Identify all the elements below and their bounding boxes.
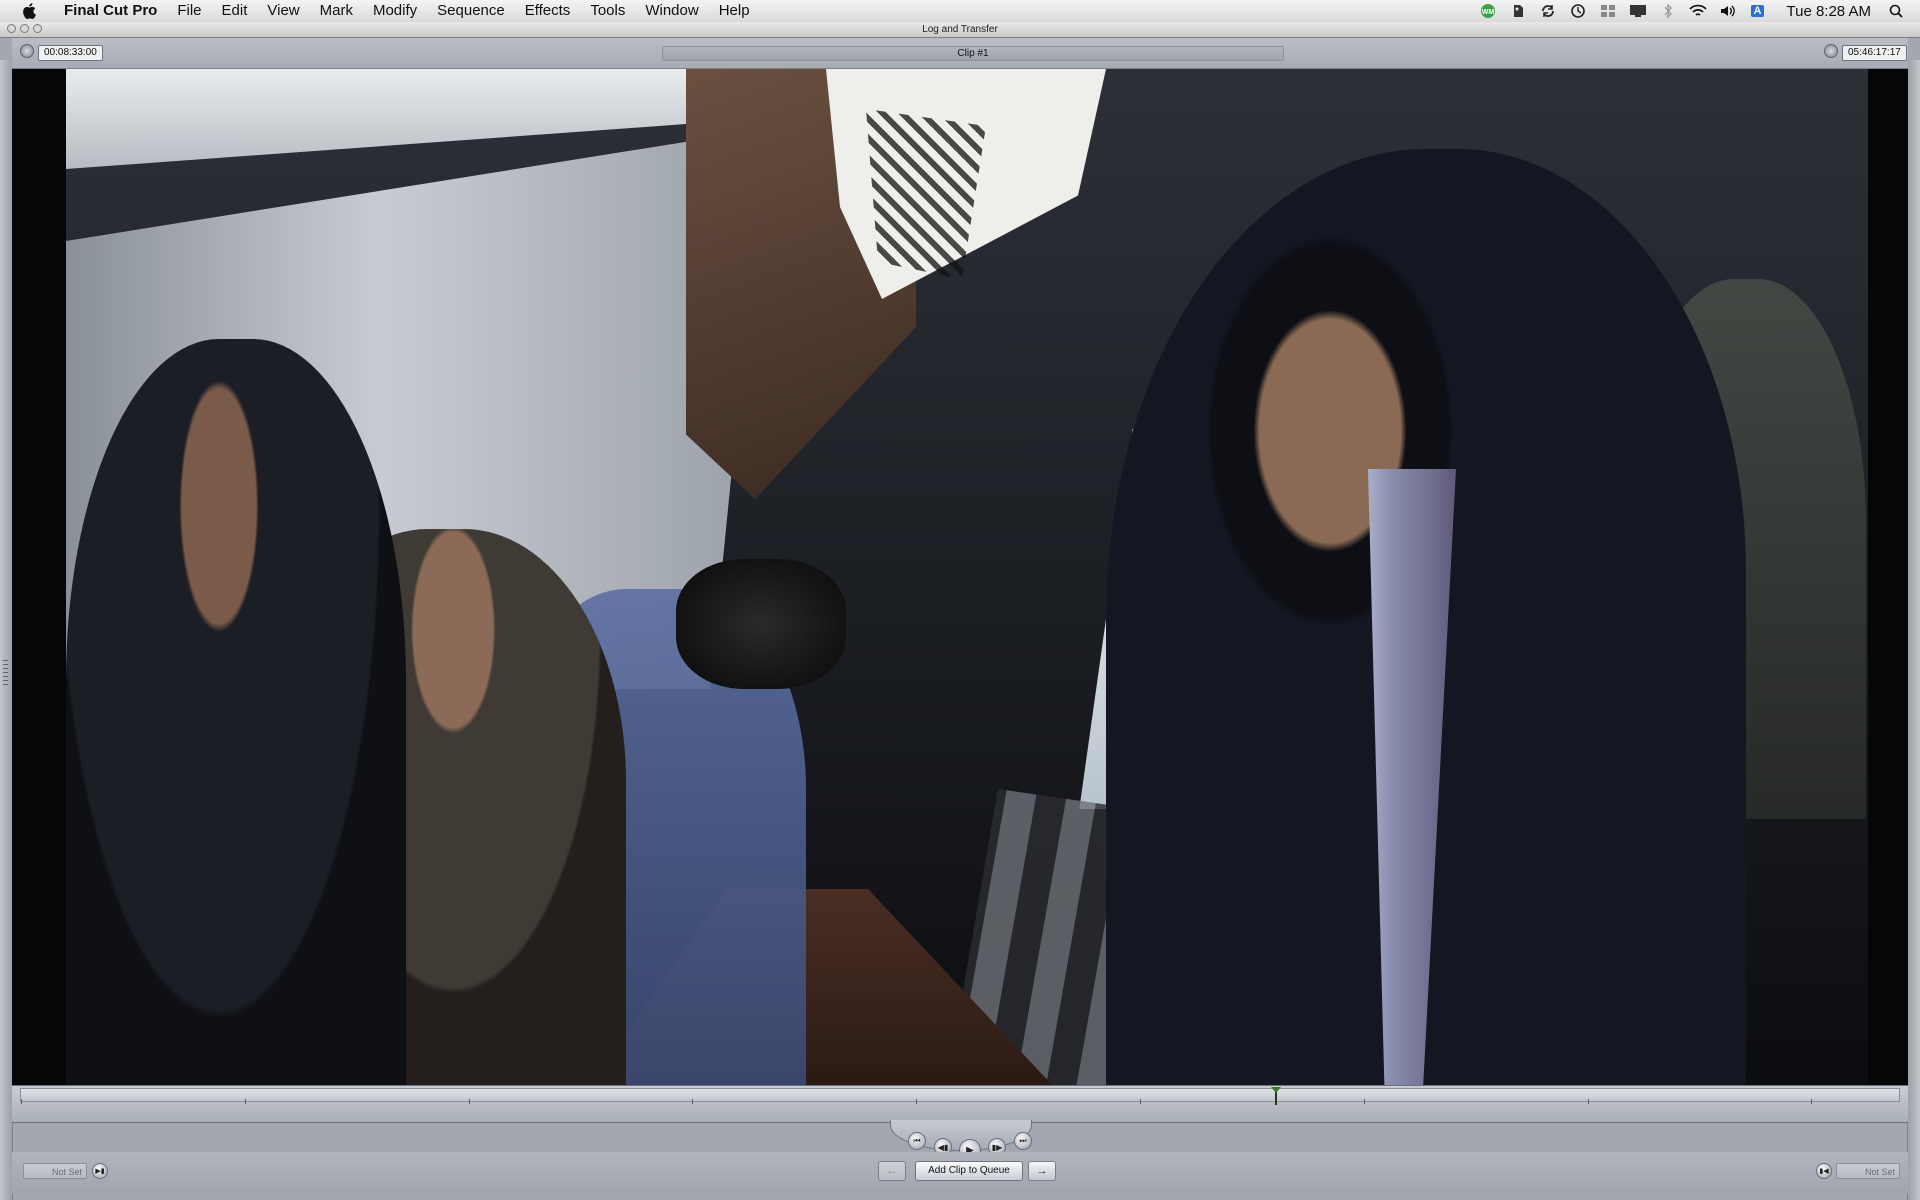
out-point-field[interactable]: Not Set — [1836, 1163, 1900, 1179]
duration-jog-icon[interactable] — [20, 44, 34, 58]
scene-person-left — [66, 339, 406, 1085]
next-clip-button[interactable]: → — [1028, 1161, 1056, 1181]
scrubber-tick — [469, 1099, 470, 1104]
apple-menu-icon[interactable] — [18, 0, 40, 22]
menu-app-name[interactable]: Final Cut Pro — [54, 0, 167, 22]
menu-mark[interactable]: Mark — [310, 0, 363, 22]
spaces-icon[interactable] — [1598, 3, 1618, 19]
display-icon[interactable] — [1628, 3, 1648, 19]
window-controls — [7, 24, 46, 33]
menu-modify[interactable]: Modify — [363, 0, 427, 22]
scrubber-tick — [916, 1099, 917, 1104]
current-timecode-field[interactable]: 05:46:17:17 — [1842, 45, 1907, 61]
current-timecode-jog-icon[interactable] — [1824, 44, 1838, 58]
menu-window[interactable]: Window — [635, 0, 708, 22]
bottom-bar: Not Set ▶▮ ← Add Clip to Queue → ▮◀ Not … — [12, 1152, 1908, 1194]
scrubber-tick — [1811, 1099, 1812, 1104]
volume-icon[interactable] — [1718, 3, 1738, 19]
menu-extras: WM A Tue 8:28 AM — [1473, 0, 1920, 22]
zoom-window-button[interactable] — [33, 24, 42, 33]
go-to-end-button[interactable]: ⏭ — [1014, 1132, 1032, 1150]
menu-clock[interactable]: Tue 8:28 AM — [1787, 3, 1872, 20]
scene-camera — [676, 559, 846, 689]
menu-help[interactable]: Help — [709, 0, 760, 22]
menu-sequence[interactable]: Sequence — [427, 0, 515, 22]
video-preview[interactable] — [12, 69, 1908, 1085]
scrubber-bar[interactable] — [12, 1085, 1908, 1123]
go-to-out-point-button[interactable]: ▮◀ — [1816, 1163, 1832, 1179]
log-and-transfer-window: Log and Transfer 00:08:33:00 Clip #1 05:… — [0, 22, 1920, 1200]
viewer-header: 00:08:33:00 Clip #1 05:46:17:17 — [12, 38, 1908, 69]
evernote-icon[interactable] — [1508, 3, 1528, 19]
wifi-icon[interactable] — [1688, 3, 1708, 19]
menu-effects[interactable]: Effects — [515, 0, 581, 22]
bluetooth-icon[interactable] — [1658, 3, 1678, 19]
right-panel-edge — [1907, 60, 1920, 1200]
menu-file[interactable]: File — [167, 0, 211, 22]
playhead-marker-icon[interactable] — [1271, 1087, 1281, 1093]
go-to-in-point-button[interactable]: ▶▮ — [92, 1163, 108, 1179]
scrubber-tick — [245, 1099, 246, 1104]
menu-tools[interactable]: Tools — [580, 0, 635, 22]
minimize-window-button[interactable] — [20, 24, 29, 33]
video-frame-image — [66, 69, 1868, 1085]
spotlight-icon[interactable] — [1886, 3, 1906, 19]
window-title: Log and Transfer — [922, 24, 998, 35]
sync-icon[interactable] — [1538, 3, 1558, 19]
time-machine-icon[interactable] — [1568, 3, 1588, 19]
duration-timecode-field[interactable]: 00:08:33:00 — [38, 45, 103, 61]
scrubber-tick — [692, 1099, 693, 1104]
scrubber-track[interactable] — [20, 1087, 1900, 1105]
scrubber-tick — [21, 1099, 22, 1104]
menu-view[interactable]: View — [257, 0, 309, 22]
scene-ceiling — [66, 69, 686, 169]
in-point-field[interactable]: Not Set — [23, 1163, 87, 1179]
previous-clip-button[interactable]: ← — [878, 1161, 906, 1181]
input-source-icon[interactable]: A — [1748, 3, 1768, 19]
window-titlebar: Log and Transfer — [0, 22, 1920, 38]
resize-grip-icon[interactable] — [3, 660, 8, 688]
go-to-start-button[interactable]: ⏮ — [908, 1132, 926, 1150]
scrubber-tick — [1364, 1099, 1365, 1104]
input-source-label: A — [1750, 5, 1765, 17]
wm-icon[interactable]: WM — [1478, 3, 1498, 19]
add-clip-to-queue-button[interactable]: Add Clip to Queue — [915, 1161, 1023, 1181]
clip-name-field: Clip #1 — [662, 46, 1284, 61]
svg-text:WM: WM — [1481, 9, 1494, 16]
scrubber-tick — [1140, 1099, 1141, 1104]
menu-bar: Final Cut Pro File Edit View Mark Modify… — [0, 0, 1920, 23]
close-window-button[interactable] — [7, 24, 16, 33]
scrubber-tick — [1588, 1099, 1589, 1104]
menu-edit[interactable]: Edit — [212, 0, 258, 22]
